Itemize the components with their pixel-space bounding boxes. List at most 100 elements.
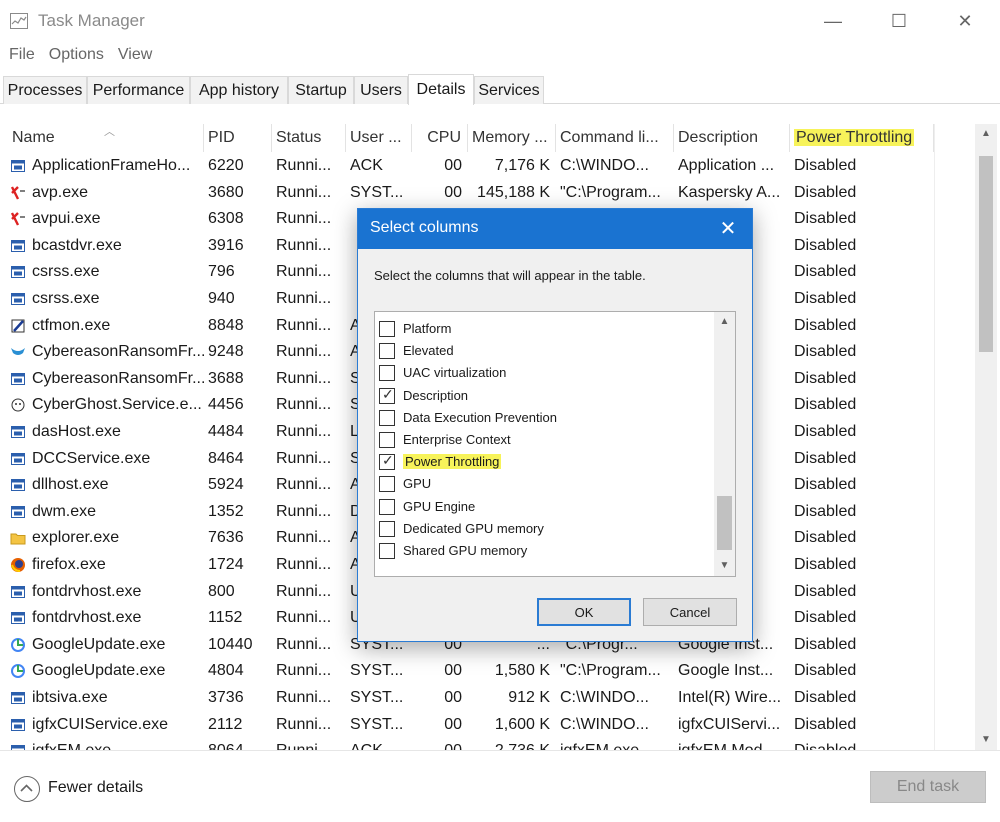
cell-name: GoogleUpdate.exe bbox=[32, 662, 166, 680]
column-header-status[interactable]: Status bbox=[272, 124, 346, 152]
column-option[interactable]: Elevated bbox=[379, 340, 709, 362]
cell-name: GoogleUpdate.exe bbox=[32, 635, 166, 653]
cell-status: Runni... bbox=[276, 689, 332, 706]
dialog-body: Select the columns that will appear in t… bbox=[358, 249, 752, 641]
column-option[interactable]: Data Execution Prevention bbox=[379, 407, 709, 429]
column-header-name[interactable]: ︿ Name bbox=[8, 124, 204, 152]
checkbox[interactable] bbox=[379, 365, 395, 382]
cell-name: explorer.exe bbox=[32, 529, 120, 547]
checkbox[interactable] bbox=[379, 520, 395, 537]
cell-user: ACK bbox=[346, 738, 412, 750]
column-option[interactable]: Shared GPU memory bbox=[379, 540, 709, 562]
tab-users[interactable]: Users bbox=[354, 76, 408, 104]
column-option[interactable]: ✓ Power Throttling bbox=[379, 451, 709, 473]
listbox-scroll-down-icon[interactable]: ▼ bbox=[714, 556, 735, 576]
checkbox[interactable] bbox=[379, 432, 395, 448]
tab-startup[interactable]: Startup bbox=[288, 76, 354, 104]
chevron-up-icon bbox=[20, 784, 33, 792]
checkbox[interactable] bbox=[379, 476, 395, 493]
cell-memory: 912 K bbox=[508, 689, 550, 706]
table-row[interactable]: ApplicationFrameHo... 6220 Runni... ACK 00 7,… bbox=[0, 153, 975, 180]
column-option[interactable]: Enterprise Context bbox=[379, 429, 709, 451]
tab-services[interactable]: Services bbox=[474, 76, 544, 104]
checkbox[interactable] bbox=[379, 498, 395, 515]
tab-processes[interactable]: Processes bbox=[3, 76, 87, 104]
checkbox[interactable]: ✓ bbox=[379, 452, 395, 471]
column-header-user[interactable]: User ... bbox=[346, 124, 412, 152]
cell-cpu: 00 bbox=[444, 715, 462, 733]
column-option[interactable]: Platform bbox=[379, 318, 709, 340]
window-title: Task Manager bbox=[38, 11, 145, 30]
cell-pid: 5924 bbox=[208, 476, 244, 494]
listbox-scrollbar[interactable]: ▲ ▼ bbox=[714, 312, 735, 576]
column-header-description[interactable]: Description bbox=[674, 124, 790, 152]
cell-status: Runni... bbox=[276, 662, 332, 680]
listbox-scroll-up-icon[interactable]: ▲ bbox=[714, 312, 735, 332]
column-header-cpu[interactable]: CPU bbox=[412, 124, 468, 152]
menu-view[interactable]: View bbox=[111, 42, 159, 70]
end-task-button[interactable]: End task bbox=[870, 771, 986, 803]
checkbox[interactable] bbox=[379, 321, 395, 337]
ok-button[interactable]: OK bbox=[537, 598, 631, 626]
table-row[interactable]: GoogleUpdate.exe 4804 Runni... SYST... 00 1,5… bbox=[0, 658, 975, 685]
cell-memory: 2,736 K bbox=[468, 738, 556, 750]
table-row[interactable]: igfxCUIService.exe 2112 Runni... SYST... 00 1… bbox=[0, 712, 975, 739]
column-option-label: GPU bbox=[403, 476, 432, 492]
chevron-up-circle-icon[interactable] bbox=[14, 776, 40, 802]
column-header-command-line[interactable]: Command li... bbox=[556, 124, 674, 152]
cell-name: DCCService.exe bbox=[32, 449, 151, 467]
table-row[interactable]: igfxEM.exe8064Runni...ACK002,736 KigfxEM… bbox=[0, 738, 975, 750]
cell-name: CybereasonRansomFr... bbox=[32, 369, 204, 387]
tab-performance[interactable]: Performance bbox=[87, 76, 190, 104]
cell-memory: 1,580 K bbox=[494, 662, 550, 680]
cell-description: igfxCUIServi... bbox=[678, 715, 781, 733]
column-option[interactable]: ✓ Description bbox=[379, 385, 709, 407]
cell-name: firefox.exe bbox=[32, 556, 106, 573]
cell-power: Disabled bbox=[794, 689, 857, 706]
cell-name: bcastdvr.exe bbox=[32, 236, 122, 254]
column-option[interactable]: UAC virtualization bbox=[379, 362, 709, 384]
cell-power: Disabled bbox=[794, 582, 857, 600]
checkbox[interactable] bbox=[379, 543, 395, 559]
menu-file[interactable]: File bbox=[2, 42, 42, 70]
column-header-power-throttling[interactable]: Power Throttling bbox=[790, 124, 934, 152]
listbox-scrollbar-thumb[interactable] bbox=[717, 496, 732, 550]
table-scrollbar[interactable]: ▲ ▼ bbox=[975, 124, 997, 750]
checkbox[interactable] bbox=[379, 343, 395, 360]
column-option-label: Enterprise Context bbox=[403, 432, 511, 447]
cancel-button[interactable]: Cancel bbox=[643, 598, 737, 626]
table-row[interactable]: ibtsiva.exe 3736 Runni... SYST... 00 912 K C:\… bbox=[0, 685, 975, 712]
fewer-details-link[interactable]: Fewer details bbox=[48, 779, 143, 797]
column-header-pid[interactable]: PID bbox=[204, 124, 272, 152]
footer-bar: Fewer details End task bbox=[0, 750, 1000, 822]
cell-power: Disabled bbox=[794, 263, 857, 281]
tab-app-history[interactable]: App history bbox=[190, 76, 288, 104]
tab-details[interactable]: Details bbox=[408, 74, 474, 105]
scroll-down-icon[interactable]: ▼ bbox=[975, 730, 997, 750]
dialog-close-icon[interactable]: ✕ bbox=[713, 215, 743, 243]
menu-options[interactable]: Options bbox=[42, 42, 111, 70]
checkbox[interactable] bbox=[379, 409, 395, 426]
cell-power: Disabled bbox=[794, 502, 857, 520]
column-option[interactable]: Dedicated GPU memory bbox=[379, 518, 709, 540]
cell-power: Disabled bbox=[794, 396, 857, 414]
maximize-button[interactable]: ☐ bbox=[866, 0, 932, 42]
power-throttling-highlight: Power Throttling bbox=[794, 129, 915, 146]
folder-icon bbox=[10, 533, 26, 545]
cell-pid: 8848 bbox=[208, 316, 244, 334]
cell-command: C:\WINDO... bbox=[560, 689, 649, 706]
column-header-memory[interactable]: Memory ... bbox=[468, 124, 556, 152]
cell-user: SYST... bbox=[350, 689, 404, 706]
app-window-icon bbox=[11, 160, 25, 172]
column-option[interactable]: GPU bbox=[379, 473, 709, 495]
column-option[interactable]: GPU Engine bbox=[379, 496, 709, 518]
checkbox[interactable]: ✓ bbox=[379, 386, 395, 404]
table-row[interactable]: avp.exe 3680 Runni... SYST... 00 145,188 K "C:… bbox=[0, 180, 975, 207]
scroll-up-icon[interactable]: ▲ bbox=[975, 124, 997, 144]
scrollbar-thumb[interactable] bbox=[979, 156, 993, 352]
column-header-row: ︿ Name PID Status User ... CPU Memory ..… bbox=[0, 124, 975, 152]
cell-status: Runni... bbox=[276, 396, 332, 414]
close-button[interactable]: ✕ bbox=[932, 0, 998, 42]
cell-pid: 1152 bbox=[208, 609, 243, 627]
minimize-button[interactable]: — bbox=[800, 0, 866, 42]
